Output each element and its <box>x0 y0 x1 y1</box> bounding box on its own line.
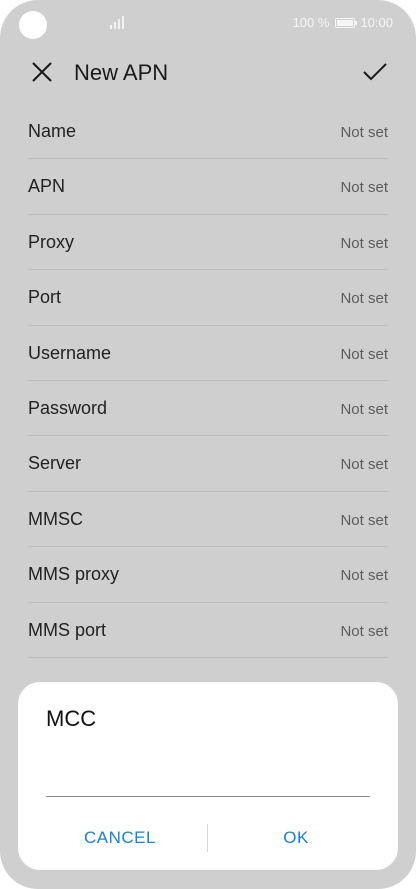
button-divider <box>207 824 208 852</box>
field-label: Name <box>28 121 77 141</box>
field-value: Not set <box>340 400 388 418</box>
field-label: Password <box>28 397 108 418</box>
clock: 10:00 <box>360 15 393 30</box>
field-value: Not set <box>340 124 388 141</box>
field-value: Not set <box>340 179 388 197</box>
field-label: Proxy <box>28 231 75 252</box>
phone-screen: 100 % 10:00 New APN Name Not set APN Not se… <box>0 0 416 889</box>
mcc-dialog: MCC CANCEL OK <box>18 682 398 870</box>
apn-field-list: Name Not set APN Not set Proxy Not set Port Not… <box>28 104 388 658</box>
field-value: Not set <box>340 234 388 252</box>
ok-button[interactable]: OK <box>211 820 381 856</box>
field-value: Not set <box>340 511 388 529</box>
field-label: Username <box>28 342 112 363</box>
signal-icon <box>110 16 124 29</box>
field-value: Not set <box>340 290 388 308</box>
list-item[interactable]: MMS proxy Not set <box>28 547 388 603</box>
field-label: APN <box>28 176 66 197</box>
dialog-title: MCC <box>46 706 97 731</box>
page-title: New APN <box>74 60 169 85</box>
field-label: MMSC <box>28 508 83 529</box>
list-item[interactable]: MMSC Not set <box>28 492 388 548</box>
field-label: Server <box>28 453 82 474</box>
cancel-button[interactable]: CANCEL <box>35 820 205 856</box>
list-item[interactable]: Server Not set <box>28 436 388 492</box>
close-icon[interactable] <box>30 60 54 84</box>
mcc-input[interactable] <box>46 754 370 797</box>
battery-percent: 100 % <box>292 15 330 30</box>
list-item[interactable]: Username Not set <box>28 326 388 381</box>
list-item[interactable]: Port Not set <box>28 270 388 326</box>
dialog-buttons: CANCEL OK <box>18 820 398 856</box>
field-value: Not set <box>340 622 388 640</box>
list-item[interactable]: APN Not set <box>28 159 388 215</box>
list-item[interactable]: Password Not set <box>28 381 388 437</box>
list-item[interactable]: Name Not set <box>28 104 388 160</box>
field-value: Not set <box>340 567 388 585</box>
list-item[interactable]: MMS port Not set <box>28 603 388 658</box>
check-icon[interactable] <box>362 59 388 85</box>
field-label: Port <box>28 287 62 308</box>
field-label: MMS proxy <box>28 564 120 585</box>
field-label: MMS port <box>28 619 107 640</box>
status-right: 100 % 10:00 <box>293 15 393 30</box>
field-value: Not set <box>340 345 388 363</box>
battery-icon <box>335 17 358 28</box>
field-value: Not set <box>340 456 388 474</box>
status-bar: 100 % 10:00 <box>0 0 416 46</box>
list-item[interactable]: Proxy Not set <box>28 215 388 271</box>
front-camera <box>19 11 47 39</box>
app-header: New APN <box>0 48 416 98</box>
